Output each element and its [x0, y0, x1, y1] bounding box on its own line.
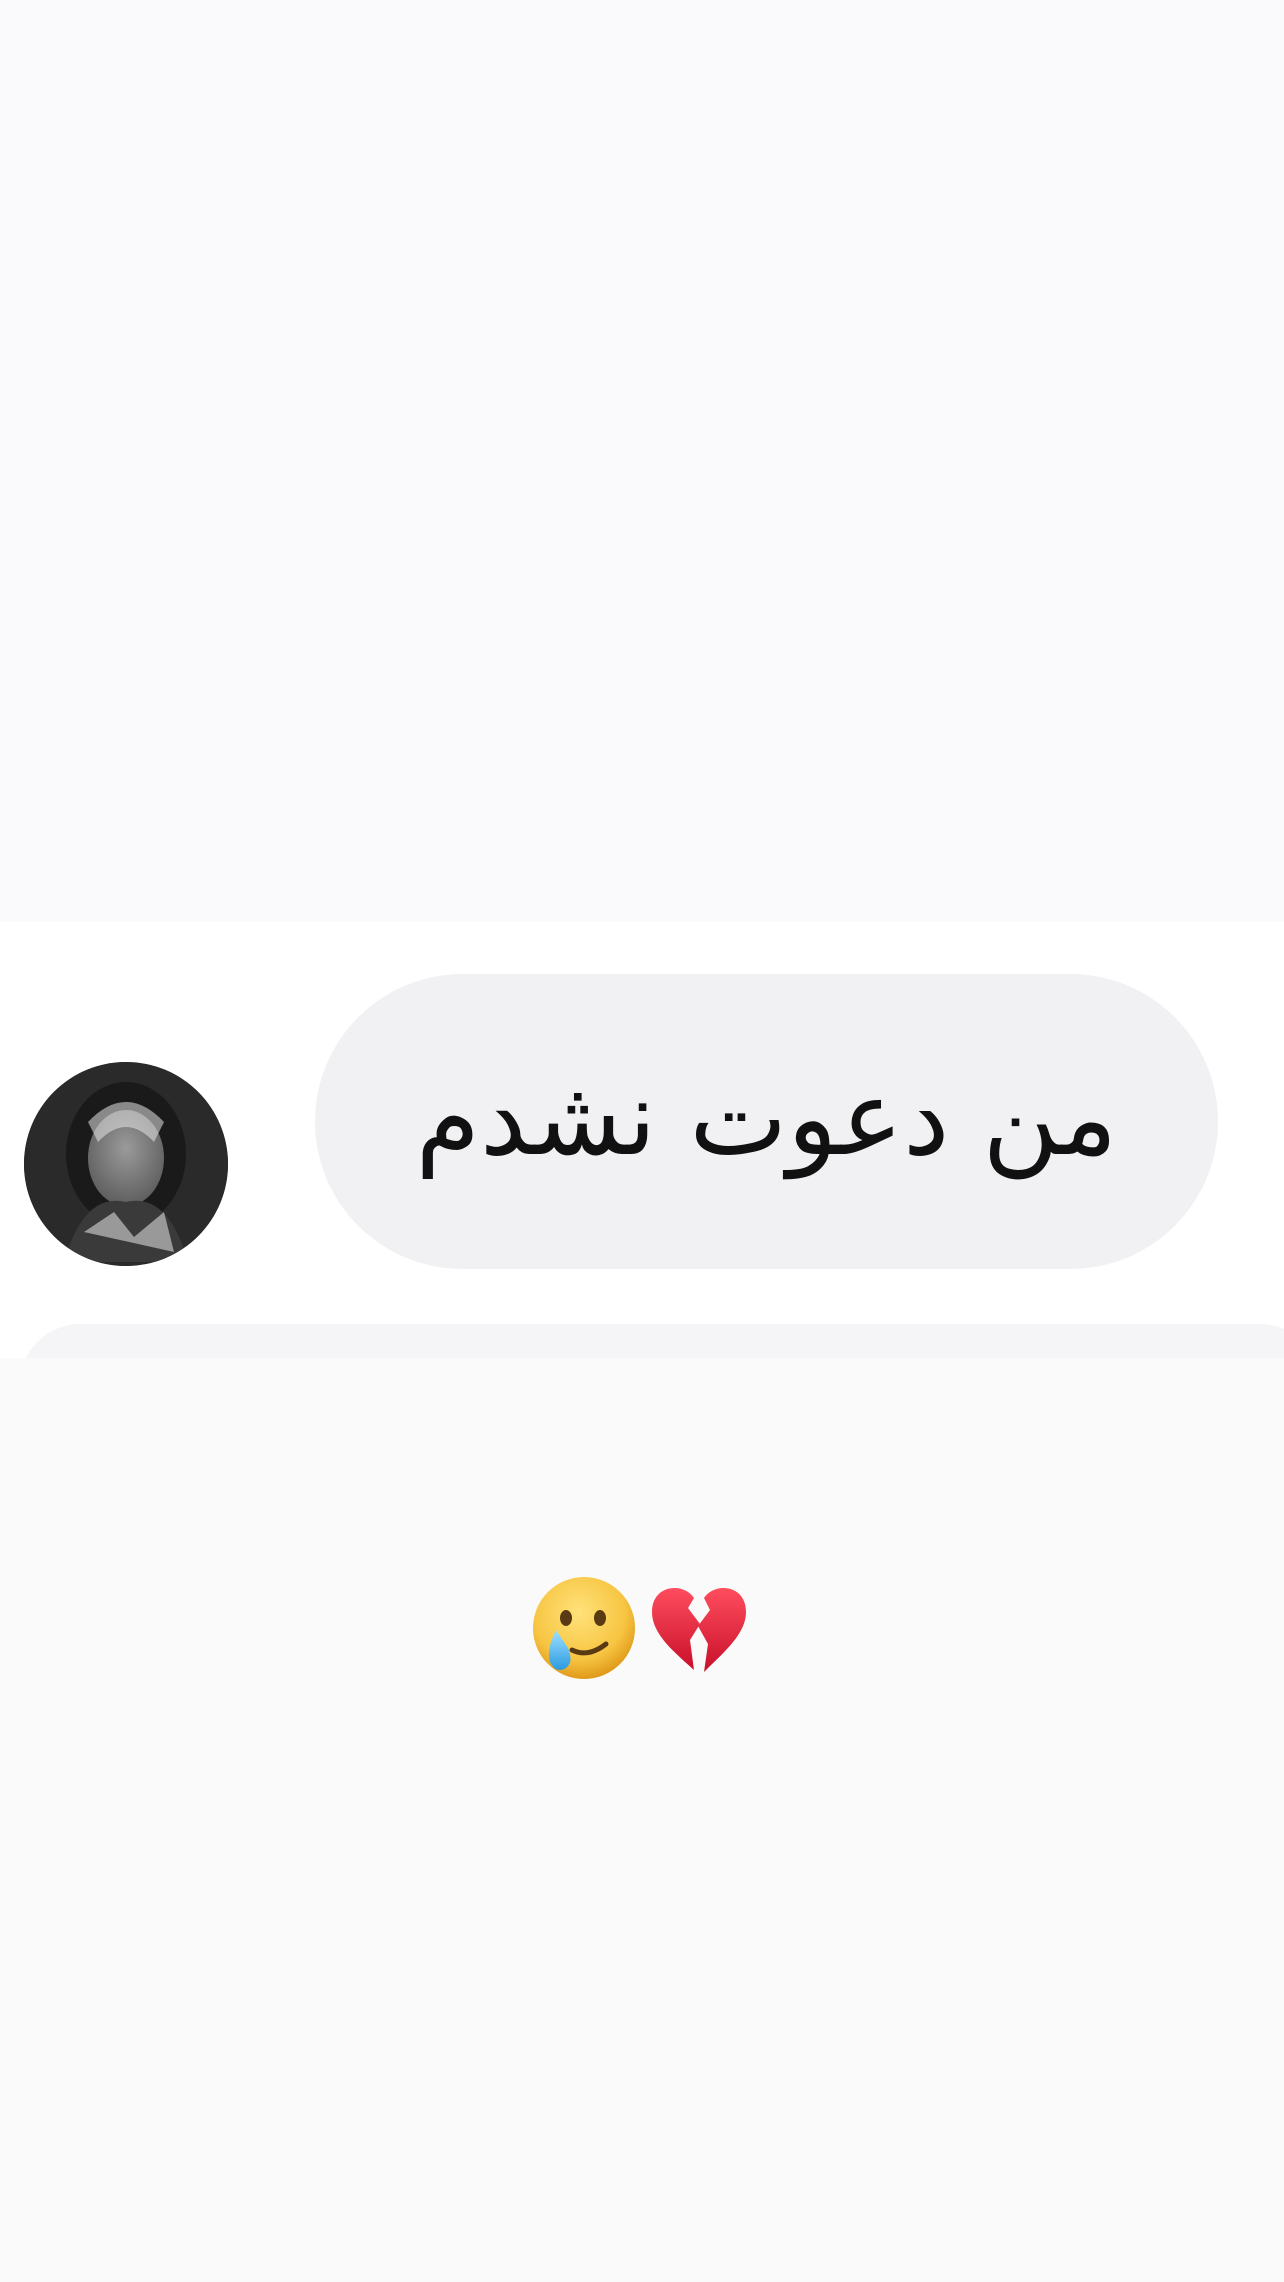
avatar-photo — [24, 1062, 228, 1266]
avatar — [24, 1062, 228, 1266]
message-bubble: من دعوت نشدم — [315, 974, 1218, 1269]
face-holding-back-tears-icon — [533, 1577, 635, 1679]
message-screenshot: من دعوت نشدم — [0, 922, 1284, 1358]
next-message-bubble-edge — [20, 1324, 1284, 1358]
story-background-bottom — [0, 1358, 1284, 2282]
story-background-top — [0, 0, 1284, 922]
broken-heart-icon — [652, 1587, 746, 1672]
reaction-emojis — [530, 1573, 756, 1683]
message-text: من دعوت نشدم — [415, 1056, 1118, 1179]
